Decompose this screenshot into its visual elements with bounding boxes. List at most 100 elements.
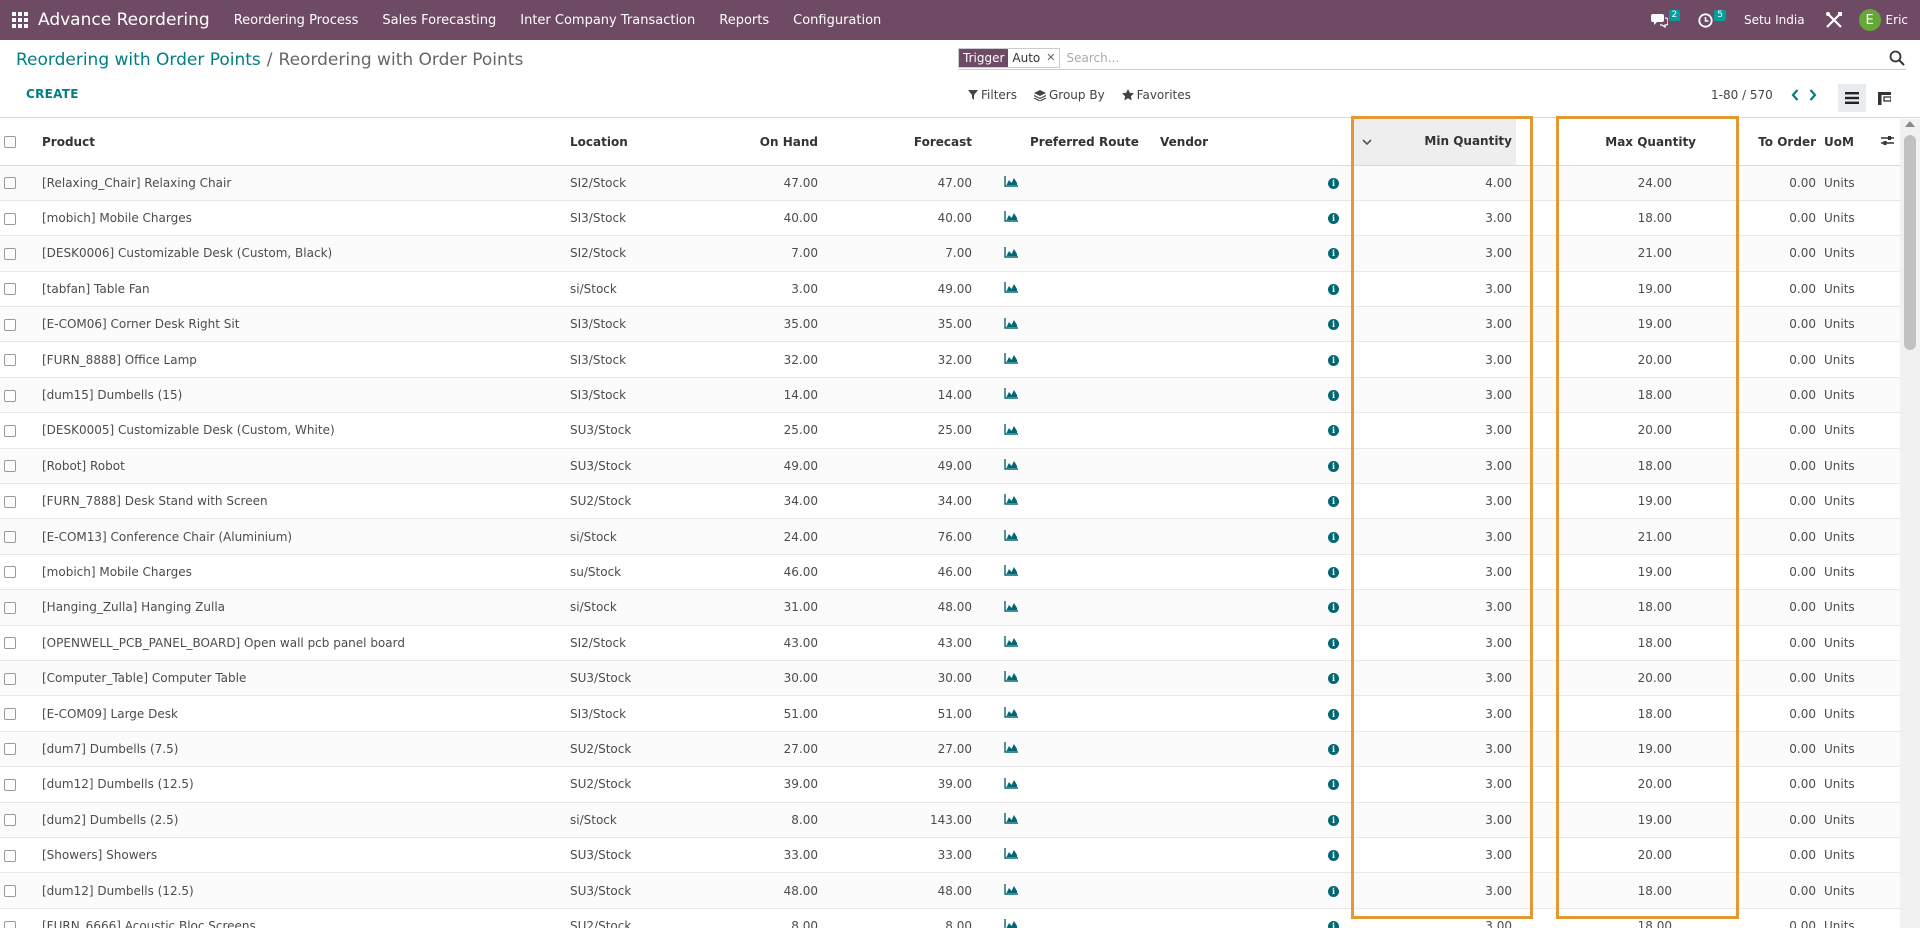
row-checkbox[interactable] xyxy=(4,885,16,897)
info-icon[interactable]: i xyxy=(1328,213,1339,225)
info-icon[interactable]: i xyxy=(1328,602,1339,614)
table-row[interactable]: [DESK0006] Customizable Desk (Custom, Bl… xyxy=(0,235,1900,272)
row-checkbox[interactable] xyxy=(4,531,16,544)
row-checkbox[interactable] xyxy=(4,637,16,650)
row-checkbox[interactable] xyxy=(4,424,16,437)
info-icon[interactable]: i xyxy=(1328,354,1339,366)
info-icon[interactable]: i xyxy=(1328,496,1339,508)
row-checkbox[interactable] xyxy=(4,495,16,508)
info-icon[interactable]: i xyxy=(1328,779,1339,791)
area-chart-icon[interactable] xyxy=(1004,565,1018,579)
scroll-up-arrow[interactable] xyxy=(1905,121,1915,127)
row-checkbox[interactable] xyxy=(4,920,16,928)
area-chart-icon[interactable] xyxy=(1004,529,1018,544)
area-chart-icon[interactable] xyxy=(1004,352,1018,367)
info-icon[interactable]: i xyxy=(1328,531,1339,543)
column-on-hand[interactable]: On Hand xyxy=(706,119,822,166)
vertical-scrollbar[interactable] xyxy=(1900,119,1920,928)
row-checkbox[interactable] xyxy=(4,743,16,756)
column-min-quantity[interactable]: Min Quantity xyxy=(1354,119,1516,166)
company-switcher[interactable]: Setu India xyxy=(1744,13,1805,27)
menu-configuration[interactable]: Configuration xyxy=(793,13,881,28)
area-chart-icon[interactable] xyxy=(1004,919,1018,928)
info-icon[interactable]: i xyxy=(1328,248,1339,260)
filters-button[interactable]: Filters xyxy=(968,88,1017,102)
messages-button[interactable]: 2 xyxy=(1650,9,1681,28)
column-max-quantity[interactable]: Max Quantity xyxy=(1556,119,1736,166)
table-row[interactable]: [tabfan] Table Fan si/Stock 3.00 49.00 i 3.00… xyxy=(0,270,1900,307)
area-chart-icon[interactable] xyxy=(1004,636,1018,650)
table-row[interactable]: [Computer_Table] Computer Table SU3/Stock… xyxy=(0,659,1900,696)
table-row[interactable]: [E-COM06] Corner Desk Right Sit SI3/Stock… xyxy=(0,306,1900,342)
info-icon[interactable]: i xyxy=(1328,708,1339,720)
info-icon[interactable]: i xyxy=(1328,814,1339,826)
info-icon[interactable]: i xyxy=(1328,885,1339,897)
row-checkbox[interactable] xyxy=(4,814,16,827)
column-vendor[interactable]: Vendor xyxy=(1156,119,1324,166)
area-chart-icon[interactable] xyxy=(1004,848,1018,862)
info-icon[interactable]: i xyxy=(1328,425,1339,437)
info-icon[interactable]: i xyxy=(1328,283,1339,295)
area-chart-icon[interactable] xyxy=(1004,282,1018,296)
table-row[interactable]: [FURN_8888] Office Lamp SI3/Stock 32.00 32.… xyxy=(0,341,1900,378)
menu-sales-forecasting[interactable]: Sales Forecasting xyxy=(382,13,496,28)
row-checkbox[interactable] xyxy=(4,212,16,225)
row-checkbox[interactable] xyxy=(4,566,16,579)
area-chart-icon[interactable] xyxy=(1004,388,1018,402)
row-checkbox[interactable] xyxy=(4,177,16,190)
scroll-thumb[interactable] xyxy=(1904,135,1916,350)
column-uom[interactable]: UoM xyxy=(1820,119,1877,166)
table-row[interactable]: [Hanging_Zulla] Hanging Zulla si/Stock 31.… xyxy=(0,589,1900,626)
info-icon[interactable]: i xyxy=(1328,743,1339,755)
table-row[interactable]: [Showers] Showers SU3/Stock 33.00 33.00 i 3.0… xyxy=(0,836,1900,873)
table-row[interactable]: [mobich] Mobile Charges SI3/Stock 40.00 40.… xyxy=(0,199,1900,236)
favorites-button[interactable]: Favorites xyxy=(1121,88,1191,102)
breadcrumb-parent[interactable]: Reordering with Order Points xyxy=(16,50,261,70)
info-icon[interactable]: i xyxy=(1328,390,1339,402)
column-forecast[interactable]: Forecast xyxy=(822,119,976,166)
table-row[interactable]: [dum12] Dumbells (12.5) SU3/Stock 48.00 48.… xyxy=(0,872,1900,909)
column-location[interactable]: Location xyxy=(566,119,706,166)
info-icon[interactable]: i xyxy=(1328,319,1339,331)
table-row[interactable]: [FURN_7888] Desk Stand with Screen SU2/St… xyxy=(0,483,1900,519)
menu-inter-company-transaction[interactable]: Inter Company Transaction xyxy=(520,13,695,28)
info-icon[interactable]: i xyxy=(1328,850,1339,862)
table-row[interactable]: [FURN_6666] Acoustic Bloc Screens SU2/Sto… xyxy=(0,907,1900,928)
apps-menu-icon[interactable] xyxy=(12,12,28,28)
app-brand[interactable]: Advance Reordering xyxy=(38,10,210,30)
area-chart-icon[interactable] xyxy=(1004,459,1018,473)
area-chart-icon[interactable] xyxy=(1004,211,1018,225)
table-row[interactable]: [dum15] Dumbells (15) SI3/Stock 14.00 14.00… xyxy=(0,376,1900,413)
group-by-button[interactable]: Group By xyxy=(1033,88,1105,102)
row-checkbox[interactable] xyxy=(4,672,16,685)
area-chart-icon[interactable] xyxy=(1004,423,1018,438)
info-icon[interactable]: i xyxy=(1328,921,1339,928)
column-preferred-route[interactable]: Preferred Route xyxy=(1026,119,1156,166)
row-checkbox[interactable] xyxy=(4,354,16,367)
row-checkbox[interactable] xyxy=(4,849,16,862)
info-icon[interactable]: i xyxy=(1328,177,1339,189)
area-chart-icon[interactable] xyxy=(1004,671,1018,685)
select-all-checkbox[interactable] xyxy=(4,136,16,149)
user-menu[interactable]: Eric xyxy=(1886,13,1908,27)
pager-next[interactable] xyxy=(1809,89,1817,101)
row-checkbox[interactable] xyxy=(4,460,16,473)
activities-button[interactable]: 5 xyxy=(1698,9,1726,28)
search-icon[interactable] xyxy=(1888,49,1906,67)
create-button[interactable]: CREATE xyxy=(26,87,79,101)
row-checkbox[interactable] xyxy=(4,283,16,296)
table-row[interactable]: [Relaxing_Chair] Relaxing Chair SI2/Stock… xyxy=(0,164,1900,201)
table-row[interactable]: [Robot] Robot SU3/Stock 49.00 49.00 i 3.00 18.… xyxy=(0,447,1900,484)
avatar[interactable]: E xyxy=(1858,9,1881,31)
area-chart-icon[interactable] xyxy=(1004,742,1018,756)
area-chart-icon[interactable] xyxy=(1004,777,1018,792)
row-checkbox[interactable] xyxy=(4,318,16,331)
table-row[interactable]: [dum7] Dumbells (7.5) SU2/Stock 27.00 27.00… xyxy=(0,730,1900,767)
table-row[interactable]: [dum2] Dumbells (2.5) si/Stock 8.00 143.00 i… xyxy=(0,801,1900,838)
area-chart-icon[interactable] xyxy=(1004,317,1018,332)
menu-reports[interactable]: Reports xyxy=(719,13,769,28)
pager-previous[interactable] xyxy=(1791,89,1799,101)
table-row[interactable]: [OPENWELL_PCB_PANEL_BOARD] Open wall pcb… xyxy=(0,624,1900,661)
area-chart-icon[interactable] xyxy=(1004,812,1018,827)
column-product[interactable]: Product xyxy=(38,119,566,166)
